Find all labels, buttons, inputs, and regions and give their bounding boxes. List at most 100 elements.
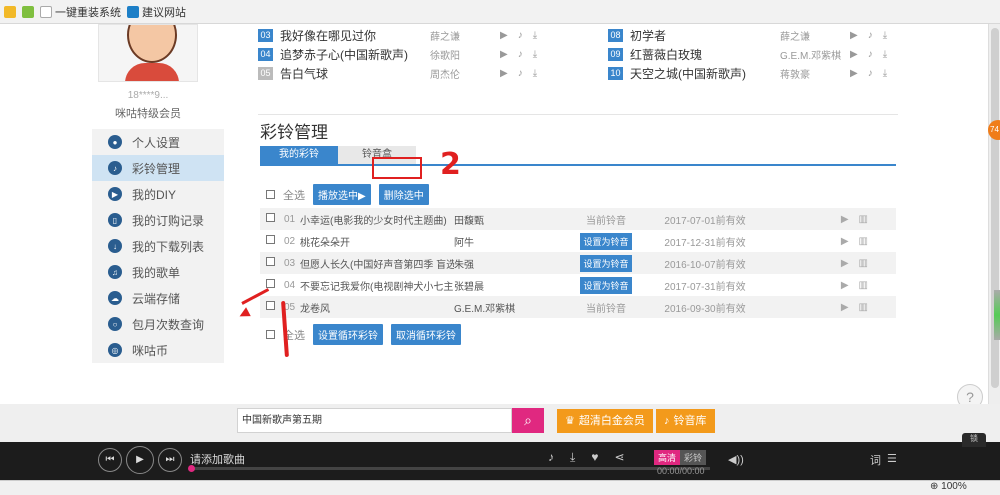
bell-icon[interactable]: ♪ xyxy=(868,49,873,60)
tab-my-ringtones[interactable]: 我的彩铃 xyxy=(260,146,338,164)
volume-icon[interactable]: ◀)) xyxy=(728,453,744,466)
song-artist[interactable]: 徐歌阳 xyxy=(430,47,500,62)
trash-icon[interactable]: ▥ xyxy=(859,280,868,291)
song-name[interactable]: 我好像在哪见过你 xyxy=(280,27,430,44)
song-name[interactable]: 告白气球 xyxy=(280,65,430,82)
song-artist[interactable]: 蒋敦豪 xyxy=(780,66,850,81)
quality-toggle[interactable]: 高清 彩铃 xyxy=(654,450,707,465)
table-row[interactable]: 05 龙卷风 G.E.M.邓紫棋 当前铃音 2016-09-30前有效 ▶ ▥ xyxy=(260,296,896,318)
sidebar-item-monthly[interactable]: ○ 包月次数查询 xyxy=(92,311,224,337)
download-icon[interactable]: ⤓ xyxy=(533,49,537,60)
set-ringtone-button[interactable]: 设置为铃音 xyxy=(580,232,632,250)
avatar[interactable] xyxy=(98,24,198,82)
bell-icon[interactable]: ♪ xyxy=(518,49,523,60)
download-icon[interactable]: ⤓ xyxy=(533,68,537,79)
play-icon[interactable]: ▶ xyxy=(500,68,508,79)
song-name[interactable]: 天空之城(中国新歌声) xyxy=(630,65,780,82)
sidebar-item-orders[interactable]: ▯ 我的订购记录 xyxy=(92,207,224,233)
sidebar-item-playlists[interactable]: ♫ 我的歌单 xyxy=(92,259,224,285)
page-scrollbar[interactable] xyxy=(988,24,1000,404)
list-item[interactable]: 03 我好像在哪见过你 薛之谦 ▶ ♪ ⤓ xyxy=(258,26,558,45)
cancel-loop-button[interactable]: 取消循环彩铃 xyxy=(391,324,461,345)
set-ringtone-button[interactable]: 设置为铃音 xyxy=(580,254,632,272)
play-icon[interactable]: ▶ xyxy=(500,30,508,41)
select-all-checkbox[interactable] xyxy=(266,330,275,339)
star-icon[interactable] xyxy=(4,5,16,18)
row-checkbox[interactable] xyxy=(266,279,275,288)
table-row[interactable]: 02 桃花朵朵开 阿牛 设置为铃音 2017-12-31前有效 ▶ ▥ xyxy=(260,230,896,252)
search-button[interactable]: ⌕ xyxy=(512,408,544,433)
sidebar-item-coins[interactable]: ◎ 咪咕币 xyxy=(92,337,224,363)
table-row[interactable]: 04 不要忘记我爱你(电视剧神犬小七主... 张碧晨 设置为铃音 2017-07… xyxy=(260,274,896,296)
play-icon[interactable]: ▶ xyxy=(841,302,849,313)
play-button[interactable]: ▶ xyxy=(126,446,154,474)
select-all-checkbox[interactable] xyxy=(266,190,275,199)
list-item[interactable]: 08 初学者 薛之谦 ▶ ♪ ⤓ xyxy=(608,26,908,45)
trash-icon[interactable]: ▥ xyxy=(859,214,868,225)
play-icon[interactable]: ▶ xyxy=(850,49,858,60)
sidebar-item-cloud[interactable]: ☁ 云端存储 xyxy=(92,285,224,311)
lock-button[interactable]: 锁 xyxy=(962,433,986,447)
playlist-icon[interactable]: ☰ xyxy=(887,452,897,468)
ringtone-store-button[interactable]: ♪ 铃音库 xyxy=(656,409,715,433)
delete-selected-button[interactable]: 删除选中 xyxy=(378,184,429,205)
song-artist[interactable]: G.E.M.邓紫棋 xyxy=(780,47,850,62)
search-input[interactable]: 中国新歌声第五期 xyxy=(237,408,512,433)
song-artist[interactable]: 周杰伦 xyxy=(430,66,500,81)
set-loop-button[interactable]: 设置循环彩铃 xyxy=(313,324,383,345)
song-name[interactable]: 初学者 xyxy=(630,27,780,44)
play-icon[interactable]: ▶ xyxy=(841,280,849,291)
list-item[interactable]: 10 天空之城(中国新歌声) 蒋敦豪 ▶ ♪ ⤓ xyxy=(608,64,908,83)
list-item[interactable]: 09 红蔷薇白玫瑰 G.E.M.邓紫棋 ▶ ♪ ⤓ xyxy=(608,45,908,64)
progress-handle[interactable] xyxy=(188,465,195,472)
next-button[interactable]: ⏭ xyxy=(158,448,182,472)
play-icon[interactable]: ▶ xyxy=(500,49,508,60)
lyric-button[interactable]: 词 xyxy=(870,452,881,468)
table-row[interactable]: 01 小幸运(电影我的少女时代主题曲) 田馥甄 当前铃音 2017-07-01前… xyxy=(260,208,896,230)
favorite-link-suggested[interactable]: 建议网站 xyxy=(127,4,186,20)
bell-icon[interactable]: ♪ xyxy=(548,450,554,465)
bell-icon[interactable]: ♪ xyxy=(868,68,873,79)
play-selected-button[interactable]: 播放选中▶ xyxy=(313,184,371,205)
bell-icon[interactable]: ♪ xyxy=(868,30,873,41)
download-icon[interactable]: ⤓ xyxy=(533,30,537,41)
list-item[interactable]: 04 追梦赤子心(中国新歌声) 徐歌阳 ▶ ♪ ⤓ xyxy=(258,45,558,64)
trash-icon[interactable]: ▥ xyxy=(859,236,868,247)
previous-button[interactable]: ⏮ xyxy=(98,448,122,472)
song-name[interactable]: 红蔷薇白玫瑰 xyxy=(630,46,780,63)
bell-icon[interactable]: ♪ xyxy=(518,30,523,41)
play-icon[interactable]: ▶ xyxy=(841,236,849,247)
hd-badge[interactable]: 高清 xyxy=(654,450,681,465)
sidebar-item-ringtone[interactable]: ♪ 彩铃管理 xyxy=(92,155,224,181)
row-checkbox[interactable] xyxy=(266,235,275,244)
share-icon[interactable]: ⋖ xyxy=(614,450,624,465)
table-row[interactable]: 03 但愿人长久(中国好声音第四季 盲选... 朱强 设置为铃音 2016-10… xyxy=(260,252,896,274)
heart-icon[interactable]: ♥ xyxy=(591,450,598,465)
download-icon[interactable]: ⤓ xyxy=(883,49,887,60)
row-checkbox[interactable] xyxy=(266,301,275,310)
list-item[interactable]: 05 告白气球 周杰伦 ▶ ♪ ⤓ xyxy=(258,64,558,83)
play-icon[interactable]: ▶ xyxy=(841,214,849,225)
play-icon[interactable]: ▶ xyxy=(850,68,858,79)
row-checkbox[interactable] xyxy=(266,257,275,266)
select-all-label[interactable]: 全选 xyxy=(283,187,305,203)
add-favorite-icon[interactable] xyxy=(22,5,34,18)
song-name[interactable]: 追梦赤子心(中国新歌声) xyxy=(280,46,430,63)
trash-icon[interactable]: ▥ xyxy=(859,302,868,313)
song-artist[interactable]: 薛之谦 xyxy=(430,28,500,43)
sidebar-item-downloads[interactable]: ↓ 我的下载列表 xyxy=(92,233,224,259)
bell-icon[interactable]: ♪ xyxy=(518,68,523,79)
sidebar-item-diy[interactable]: ▶ 我的DIY xyxy=(92,181,224,207)
trash-icon[interactable]: ▥ xyxy=(859,258,868,269)
zoom-level[interactable]: ⊕ 100% xyxy=(930,481,967,492)
play-icon[interactable]: ▶ xyxy=(841,258,849,269)
ringtone-badge[interactable]: 彩铃 xyxy=(680,450,707,465)
favorite-link-reinstall[interactable]: 一键重装系统 xyxy=(40,4,121,20)
sidebar-item-settings[interactable]: ● 个人设置 xyxy=(92,129,224,155)
play-icon[interactable]: ▶ xyxy=(850,30,858,41)
row-checkbox[interactable] xyxy=(266,213,275,222)
song-artist[interactable]: 薛之谦 xyxy=(780,28,850,43)
set-ringtone-button[interactable]: 设置为铃音 xyxy=(580,276,632,294)
progress-bar[interactable] xyxy=(190,467,710,470)
vip-button[interactable]: ♛ 超清白金会员 xyxy=(557,409,653,433)
